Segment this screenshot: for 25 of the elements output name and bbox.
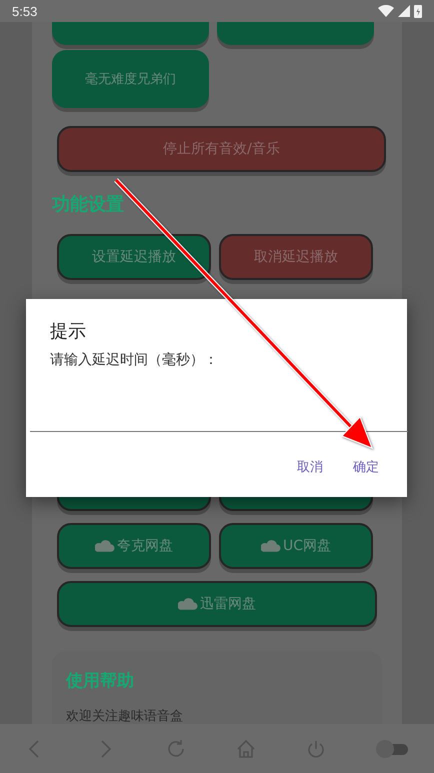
dialog-button[interactable]: 取消 xyxy=(297,458,323,476)
signal-icon xyxy=(398,5,410,17)
sound-button[interactable] xyxy=(52,22,209,45)
cloud-icon xyxy=(95,537,115,555)
sound-button[interactable] xyxy=(217,22,374,45)
card-heading: 使用帮助 xyxy=(66,670,135,693)
toggle-switch[interactable] xyxy=(376,738,410,760)
cloud-drive-button[interactable]: 夸克网盘 xyxy=(57,523,211,569)
home-icon[interactable] xyxy=(235,738,258,760)
cloud-icon xyxy=(260,537,281,555)
battery-icon xyxy=(414,4,422,18)
cloud-drive-button[interactable]: 迅雷网盘 xyxy=(57,581,377,627)
cloud-icon xyxy=(178,595,198,613)
delay-button[interactable]: 设置延迟播放 xyxy=(57,234,211,280)
dialog-message: 请输入延迟时间（毫秒）： xyxy=(50,351,219,369)
cloud-drive-button[interactable]: UC网盘 xyxy=(219,523,373,569)
dialog-button[interactable]: 确定 xyxy=(353,458,379,476)
stop-all-button[interactable]: 停止所有音效/音乐 xyxy=(57,126,386,172)
clock: 5:53 xyxy=(12,4,38,18)
help-text: 欢迎关注趣味语音盒 xyxy=(66,708,184,725)
delay-button[interactable]: 取消延迟播放 xyxy=(219,234,373,280)
dialog-title: 提示 xyxy=(50,320,87,343)
wifi-icon xyxy=(378,5,394,17)
sound-button[interactable]: 毫无难度兄弟们 xyxy=(52,50,209,108)
section-heading: 功能设置 xyxy=(52,193,125,217)
